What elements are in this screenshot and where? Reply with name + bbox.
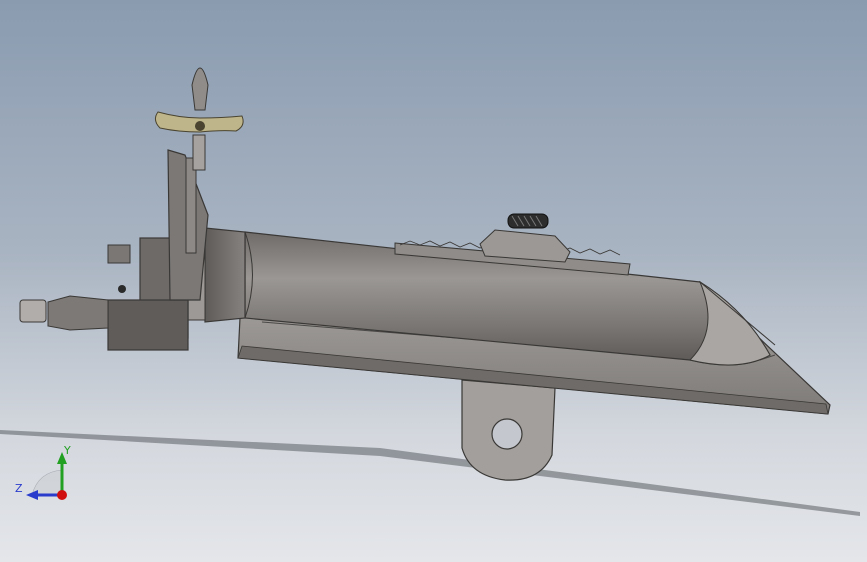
- z-arrow: [26, 490, 38, 500]
- y-axis-label: Y: [63, 444, 71, 457]
- z-axis-label: Z: [15, 482, 23, 495]
- cad-viewport[interactable]: Y Z: [0, 0, 867, 562]
- view-triad[interactable]: Y Z: [15, 444, 71, 500]
- handle-knob[interactable]: [191, 67, 209, 111]
- x-axis-origin: [57, 490, 67, 500]
- mounting-lug[interactable]: [461, 379, 556, 481]
- nozzle-tip[interactable]: [19, 299, 47, 323]
- model-canvas[interactable]: Y Z: [0, 0, 867, 562]
- nozzle-spindle[interactable]: [19, 295, 109, 331]
- ground-shadow: [0, 430, 860, 516]
- carriage-block[interactable]: [479, 213, 571, 263]
